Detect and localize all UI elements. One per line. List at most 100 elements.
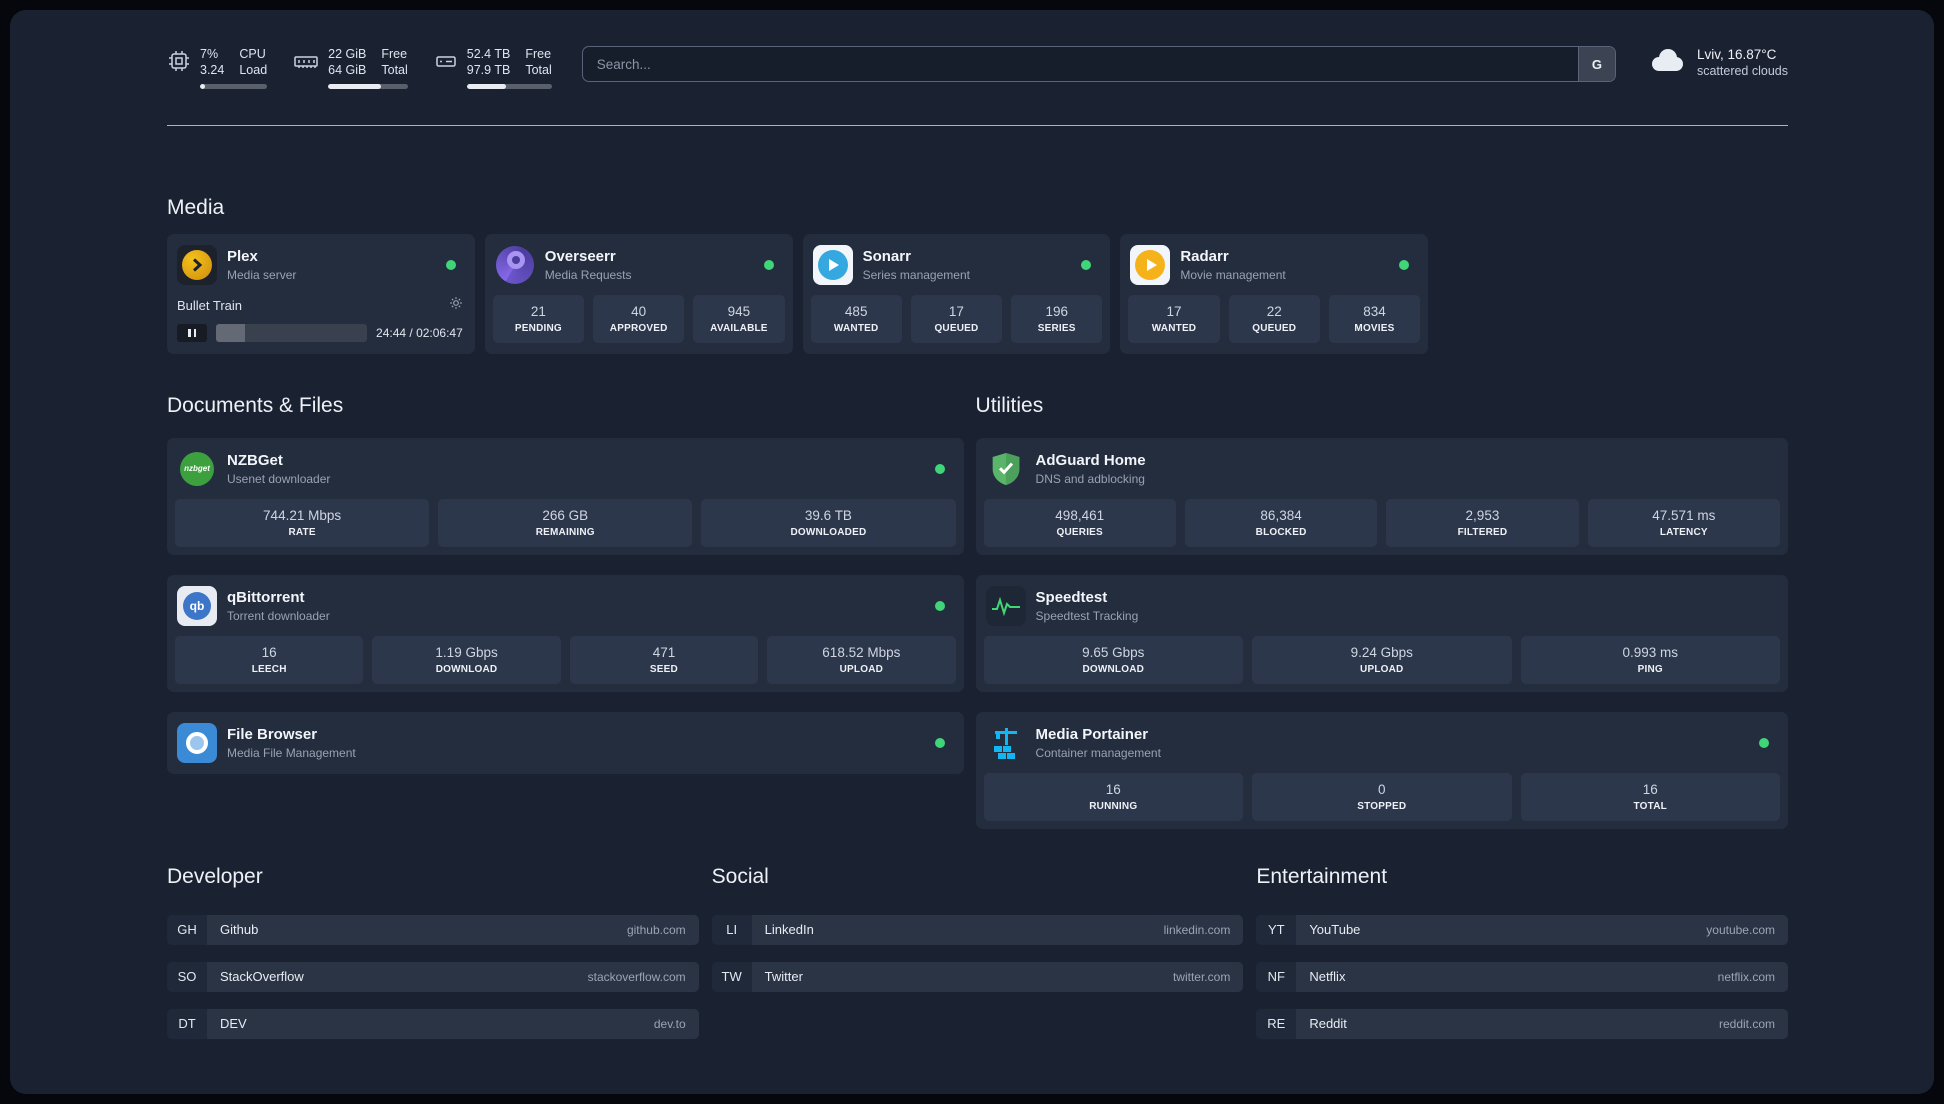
stat-value: 9.24 Gbps [1350, 644, 1413, 660]
stat-label: DOWNLOAD [1082, 663, 1145, 675]
overseerr-header: Overseerr Media Requests [493, 242, 785, 295]
bookmark-abbr: LI [711, 914, 752, 945]
speedtest-header: Speedtest Speedtest Tracking [984, 583, 1780, 636]
bookmark-github[interactable]: GH Github github.com [167, 914, 699, 945]
service-desc: Torrent downloader [227, 608, 330, 623]
portainer-stats: 16 RUNNING 0 STOPPED 16 TOTAL [983, 772, 1780, 821]
radarr-card[interactable]: Radarr Movie management 17 WANTED 22 QUEUE… [1120, 233, 1429, 354]
status-dot [763, 259, 774, 270]
radarr-icon [1130, 244, 1171, 285]
weather-widget: Lviv, 16.87°C scattered clouds [1646, 44, 1788, 79]
bookmark-dev[interactable]: DT DEV dev.to [167, 1008, 699, 1039]
speedtest-stats: 9.65 Gbps DOWNLOAD 9.24 Gbps UPLOAD 0.993 … [983, 635, 1780, 684]
bookmark-domain: youtube.com [1706, 922, 1775, 937]
stat-available: 945 AVAILABLE [693, 294, 785, 343]
sonarr-stats: 485 WANTED 17 QUEUED 196 SERIES [810, 294, 1103, 343]
stat-label: QUEUED [934, 322, 979, 334]
disk-total-label: Total [525, 63, 552, 78]
service-name: Speedtest [1035, 588, 1108, 606]
portainer-card[interactable]: Media Portainer Container management 16 R… [975, 711, 1788, 829]
sonarr-icon [812, 244, 853, 285]
plex-now-playing: Bullet Train 24:44 / 02:06:47 [175, 295, 467, 346]
bookmark-abbr: TW [711, 961, 752, 992]
service-name: Sonarr [862, 247, 911, 265]
bookmark-youtube[interactable]: YT YouTube youtube.com [1256, 914, 1788, 945]
bookmark-stackoverflow[interactable]: SO StackOverflow stackoverflow.com [167, 961, 699, 992]
bookmark-name: DEV [220, 1016, 247, 1031]
adguard-card[interactable]: AdGuard Home DNS and adblocking 498,461 Q… [975, 437, 1788, 555]
search-input[interactable] [581, 46, 1616, 82]
stat-download: 9.65 Gbps DOWNLOAD [983, 635, 1244, 684]
bookmark-linkedin[interactable]: LI LinkedIn linkedin.com [711, 914, 1244, 945]
player-settings-gear-icon[interactable] [449, 296, 463, 315]
stat-label: SEED [649, 663, 678, 675]
overseerr-card[interactable]: Overseerr Media Requests 21 PENDING 40 APP… [484, 233, 793, 354]
stat-label: LATENCY [1659, 526, 1708, 538]
resource-metrics: 7% 3.24 CPU Load 22 GiB 64 GiB Free Tota… [167, 44, 552, 89]
bookmark-domain: dev.to [653, 1016, 686, 1031]
stat-label: SERIES [1037, 322, 1076, 334]
stat-ping: 0.993 ms PING [1520, 635, 1780, 684]
stat-label: LEECH [251, 663, 287, 675]
stat-seed: 471 SEED [569, 635, 759, 684]
stat-value: 744.21 Mbps [263, 507, 342, 523]
nzbget-card[interactable]: nzbget NZBGet Usenet downloader 744.21 M… [167, 437, 964, 555]
stat-movies: 834 MOVIES [1328, 294, 1421, 343]
stat-value: 196 [1045, 303, 1068, 319]
memory-icon [293, 49, 319, 89]
stat-label: REMAINING [535, 526, 595, 538]
portainer-header: Media Portainer Container management [984, 720, 1780, 773]
stat-series: 196 SERIES [1011, 294, 1103, 343]
nzbget-header: nzbget NZBGet Usenet downloader [175, 446, 956, 499]
stat-value: 16 [1105, 781, 1121, 797]
plex-card[interactable]: Plex Media server Bullet Train 24:44 / 0… [167, 233, 475, 354]
qbittorrent-card[interactable]: qb qBittorrent Torrent downloader 16 LEEC… [167, 574, 964, 692]
stat-value: 22 [1266, 303, 1282, 319]
adguard-header: AdGuard Home DNS and adblocking [984, 446, 1780, 499]
stat-latency: 47.571 ms LATENCY [1587, 498, 1780, 547]
disk-total: 97.9 TB [466, 63, 511, 78]
service-name: Overseerr [544, 247, 616, 265]
bookmark-domain: stackoverflow.com [587, 969, 686, 984]
stat-value: 2,953 [1465, 507, 1500, 523]
filebrowser-card[interactable]: File Browser Media File Management [167, 711, 964, 774]
search-provider-button[interactable]: G [1577, 47, 1615, 81]
service-name: Plex [227, 247, 258, 265]
stat-stopped: 0 STOPPED [1252, 772, 1512, 821]
bookmark-name: Netflix [1309, 969, 1346, 984]
stat-label: PENDING [514, 322, 562, 334]
status-dot [1081, 259, 1092, 270]
stat-label: DOWNLOADED [790, 526, 867, 538]
overseerr-stats: 21 PENDING 40 APPROVED 945 AVAILABLE [492, 294, 785, 343]
bookmark-reddit[interactable]: RE Reddit reddit.com [1256, 1008, 1788, 1039]
pause-button[interactable] [177, 323, 207, 342]
stat-label: UPLOAD [839, 663, 884, 675]
disk-bar [466, 83, 552, 89]
stat-value: 618.52 Mbps [822, 644, 901, 660]
search-bar: G [581, 46, 1616, 82]
cpu-icon [167, 49, 191, 89]
stat-label: QUERIES [1056, 526, 1103, 538]
qbittorrent-header: qb qBittorrent Torrent downloader [175, 583, 956, 636]
utilities-heading: Utilities [975, 393, 1044, 417]
stat-label: WANTED [833, 322, 879, 334]
cpu-load-label: Load [239, 63, 268, 78]
disk-free-label: Free [525, 47, 552, 61]
stat-upload: 618.52 Mbps UPLOAD [767, 635, 956, 684]
stat-value: 0.993 ms [1622, 644, 1679, 660]
stat-value: 86,384 [1260, 507, 1302, 523]
speedtest-card[interactable]: Speedtest Speedtest Tracking 9.65 Gbps DO… [975, 574, 1788, 692]
developer-bookmarks: Developer GH Github github.com SO StackOv… [167, 865, 699, 1056]
status-dot [934, 737, 945, 748]
cpu-percent: 7% [200, 47, 219, 61]
bookmark-twitter[interactable]: TW Twitter twitter.com [711, 961, 1244, 992]
stat-value: 17 [948, 303, 964, 319]
service-name: qBittorrent [227, 588, 305, 606]
bookmark-netflix[interactable]: NF Netflix netflix.com [1256, 961, 1788, 992]
sonarr-card[interactable]: Sonarr Series management 485 WANTED 17 QUE… [802, 233, 1111, 354]
playback-progress-bar[interactable] [216, 323, 368, 342]
cpu-bar [200, 83, 268, 89]
speedtest-graph-icon [985, 585, 1026, 626]
status-dot [934, 463, 945, 474]
stat-queries: 498,461 QUERIES [983, 498, 1176, 547]
